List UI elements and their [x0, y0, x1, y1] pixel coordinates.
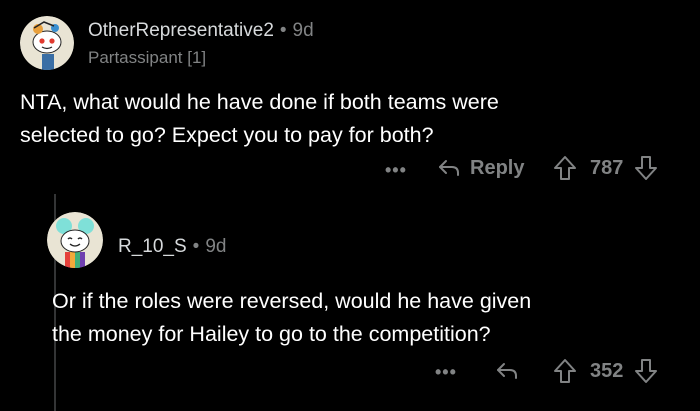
more-options-button[interactable]: ••• [385, 160, 407, 181]
vote-controls: 352 [552, 357, 659, 385]
comment-body-line: the money for Hailey to go to the compet… [52, 322, 491, 346]
upvote-arrow-icon[interactable] [552, 154, 578, 182]
reply-button[interactable] [494, 358, 520, 384]
username-link[interactable]: OtherRepresentative2 [88, 20, 274, 41]
more-options-button[interactable]: ••• [435, 362, 457, 383]
snoo-avatar-icon [47, 212, 103, 268]
reply-button[interactable]: Reply [436, 155, 524, 181]
comment-header: OtherRepresentative2 • 9d [88, 20, 314, 42]
snoo-avatar-icon [20, 16, 74, 70]
reply-label: Reply [470, 156, 525, 179]
avatar[interactable] [47, 212, 103, 268]
downvote-arrow-icon[interactable] [633, 154, 659, 182]
comment-body-line: selected to go? Expect you to pay for bo… [20, 123, 434, 147]
comment-body-line: NTA, what would he have done if both tea… [20, 90, 499, 114]
vote-score: 352 [590, 359, 624, 382]
comment-body: NTA, what would he have done if both tea… [20, 86, 499, 152]
upvote-arrow-icon[interactable] [552, 357, 578, 385]
reply-icon [436, 155, 462, 181]
reply-icon [494, 358, 520, 384]
separator-dot: • [192, 236, 200, 257]
vote-score: 787 [590, 156, 624, 179]
downvote-arrow-icon[interactable] [633, 357, 659, 385]
vote-controls: 787 [552, 154, 659, 182]
comment-body: Or if the roles were reversed, would he … [52, 285, 531, 351]
user-flair: Partassipant [1] [88, 48, 207, 67]
comment-age: 9d [292, 20, 314, 41]
avatar[interactable] [20, 16, 74, 70]
separator-dot: • [279, 20, 287, 41]
comment-age: 9d [205, 236, 227, 257]
comment-body-line: Or if the roles were reversed, would he … [52, 289, 532, 313]
comment-header: R_10_S • 9d [118, 236, 226, 258]
username-link[interactable]: R_10_S [118, 236, 187, 257]
